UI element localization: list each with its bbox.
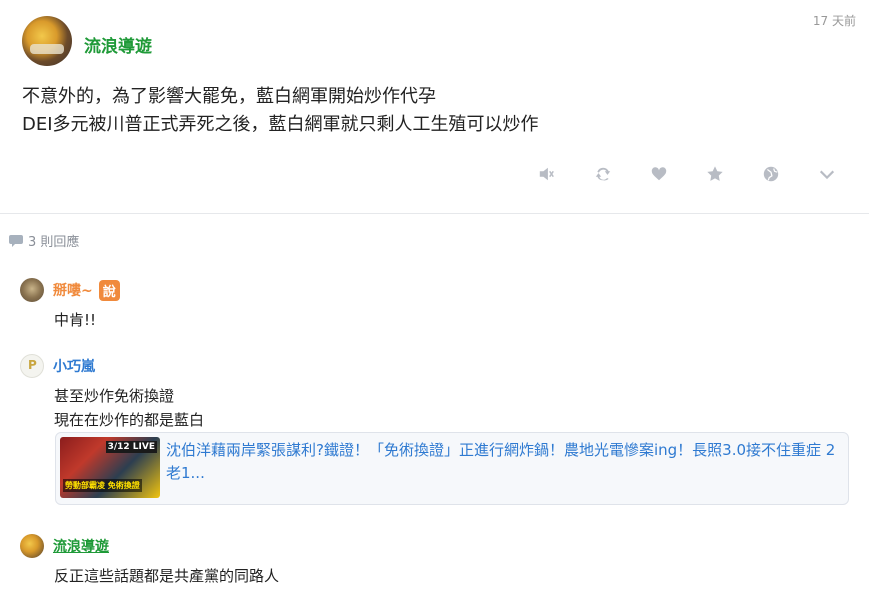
reply-count[interactable]: 3 則回應 bbox=[9, 231, 79, 250]
comment-bubble-icon bbox=[9, 235, 23, 247]
star-icon[interactable] bbox=[704, 163, 726, 185]
comment-text: 甚至炒作免術換證 現在在炒作的都是藍白 bbox=[54, 387, 205, 429]
post-card: 流浪導遊 17 天前 不意外的，為了影響大罷免，藍白網軍開始炒作代孕 DEI多元… bbox=[0, 0, 869, 213]
comment-item: 掰嘍~ 說 中肯!! bbox=[20, 278, 120, 332]
comment-item: 小巧嵐 甚至炒作免術換證 現在在炒作的都是藍白 bbox=[20, 354, 204, 432]
heart-icon[interactable] bbox=[648, 163, 670, 185]
speaker-icon[interactable] bbox=[536, 163, 558, 185]
post-timestamp: 17 天前 bbox=[812, 14, 856, 28]
link-title[interactable]: 沈伯洋藉兩岸緊張謀利?鐵證！「免術換證」正進行網炸鍋！農地光電慘案ing！長照3… bbox=[166, 439, 841, 485]
comment-text: 反正這些話題都是共產黨的同路人 bbox=[54, 567, 280, 585]
comment-text: 中肯!! bbox=[54, 311, 97, 329]
commenter-avatar[interactable] bbox=[20, 278, 44, 302]
globe-icon[interactable] bbox=[760, 163, 782, 185]
commenter-avatar[interactable] bbox=[20, 534, 44, 558]
link-preview-card[interactable]: 3/12 LIVE 勞動部霸凌 免術換證 沈伯洋藉兩岸緊張謀利?鐵證！「免術換證… bbox=[55, 432, 849, 505]
post-author-name[interactable]: 流浪導遊 bbox=[84, 32, 152, 57]
thumbnail-caption: 勞動部霸凌 免術換證 bbox=[63, 479, 142, 492]
refresh-icon[interactable] bbox=[592, 163, 614, 185]
thumbnail-live-label: 3/12 LIVE bbox=[105, 441, 157, 453]
link-thumbnail[interactable]: 3/12 LIVE 勞動部霸凌 免術換證 bbox=[60, 437, 160, 498]
commenter-name[interactable]: 流浪導遊 bbox=[53, 536, 109, 556]
post-body-text: 不意外的，為了影響大罷免，藍白網軍開始炒作代孕 DEI多元被川普正式弄死之後，藍… bbox=[22, 86, 539, 135]
comment-item: 流浪導遊 反正這些話題都是共產黨的同路人 bbox=[20, 534, 279, 588]
post-author-avatar[interactable] bbox=[22, 16, 72, 66]
reply-count-label: 3 則回應 bbox=[28, 235, 80, 250]
commenter-name[interactable]: 小巧嵐 bbox=[53, 356, 95, 376]
commenter-avatar[interactable] bbox=[20, 354, 44, 378]
commenter-name[interactable]: 掰嘍~ bbox=[53, 280, 93, 300]
post-divider bbox=[0, 213, 869, 214]
post-action-bar bbox=[536, 163, 869, 185]
commenter-badge: 說 bbox=[98, 279, 120, 301]
chevron-down-icon[interactable] bbox=[816, 163, 838, 185]
